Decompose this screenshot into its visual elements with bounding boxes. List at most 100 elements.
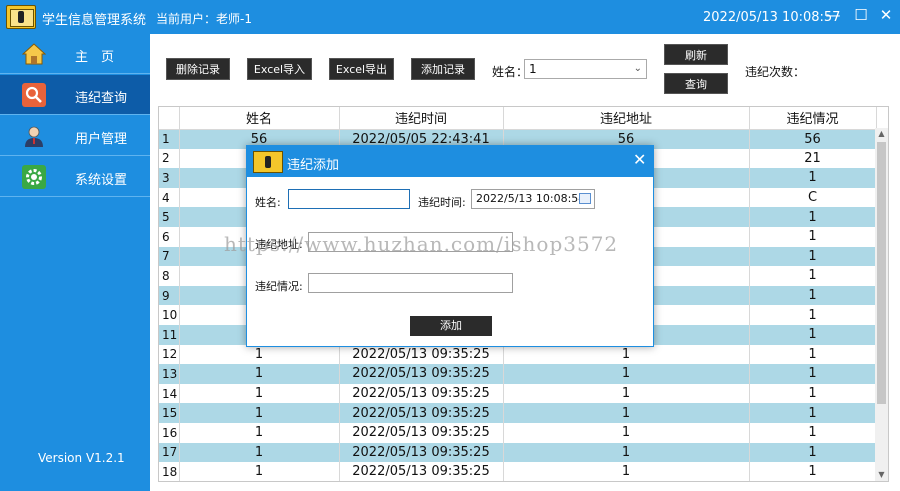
cell-status[interactable]: 1 [749, 324, 877, 345]
row-number[interactable]: 5 [159, 207, 180, 227]
row-number[interactable]: 1 [159, 129, 180, 149]
cell-address[interactable]: 1 [503, 422, 750, 443]
name-filter-label: 姓名： [492, 65, 529, 79]
minimize-button[interactable]: — [822, 4, 844, 26]
query-button[interactable]: 查询 [664, 73, 728, 94]
cell-status[interactable]: 21 [749, 148, 877, 169]
cell-address[interactable]: 1 [503, 364, 750, 384]
close-window-button[interactable]: ✕ [875, 4, 897, 26]
refresh-button[interactable]: 刷新 [664, 44, 728, 65]
cell-time[interactable]: 2022/05/13 09:35:25 [339, 442, 504, 463]
row-number[interactable]: 18 [159, 462, 180, 481]
row-number[interactable]: 11 [159, 324, 180, 345]
name-filter-select[interactable]: 1 ⌄ [524, 59, 647, 79]
row-number[interactable]: 12 [159, 344, 180, 365]
cell-status[interactable]: 1 [749, 422, 877, 443]
cell-address[interactable]: 1 [503, 383, 750, 404]
cell-address[interactable]: 1 [503, 344, 750, 365]
cell-status[interactable]: 1 [749, 168, 877, 188]
table-row[interactable]: 16 1 2022/05/13 09:35:25 1 1 [159, 422, 877, 443]
scroll-up-icon[interactable]: ▲ [875, 128, 888, 140]
row-number[interactable]: 7 [159, 246, 180, 267]
cell-address[interactable]: 1 [503, 442, 750, 463]
add-submit-button[interactable]: 添加 [410, 316, 492, 336]
table-scrollbar[interactable]: ▲ ▼ [875, 128, 888, 481]
cell-name[interactable]: 1 [179, 462, 340, 481]
cell-time[interactable]: 2022/05/13 09:35:25 [339, 364, 504, 384]
table-row[interactable]: 12 1 2022/05/13 09:35:25 1 1 [159, 344, 877, 365]
column-header-status[interactable]: 违纪情况 [749, 107, 877, 130]
sidebar-item-system-settings[interactable]: 系统设置 [0, 157, 150, 197]
scroll-down-icon[interactable]: ▼ [875, 469, 888, 481]
cell-status[interactable]: C [749, 187, 877, 208]
table-row[interactable]: 14 1 2022/05/13 09:35:25 1 1 [159, 383, 877, 404]
column-header-time[interactable]: 违纪时间 [339, 107, 504, 130]
cell-time[interactable]: 2022/05/13 09:35:25 [339, 462, 504, 481]
cell-name[interactable]: 1 [179, 422, 340, 443]
row-number[interactable]: 8 [159, 266, 180, 286]
cell-time[interactable]: 2022/05/13 09:35:25 [339, 344, 504, 365]
row-number[interactable]: 9 [159, 285, 180, 306]
cell-address[interactable]: 1 [503, 403, 750, 423]
cell-time[interactable]: 2022/05/13 09:35:25 [339, 403, 504, 423]
row-number[interactable]: 4 [159, 187, 180, 208]
row-number[interactable]: 17 [159, 442, 180, 463]
excel-import-button[interactable]: Excel导入 [247, 58, 312, 80]
table-corner[interactable] [159, 107, 180, 130]
cell-status[interactable]: 1 [749, 285, 877, 306]
name-field[interactable] [288, 189, 410, 209]
cell-name[interactable]: 1 [179, 403, 340, 423]
dialog-close-button[interactable]: ✕ [633, 150, 646, 169]
status-field-label: 违纪情况: [255, 280, 303, 293]
table-row[interactable]: 18 1 2022/05/13 09:35:25 1 1 [159, 462, 877, 481]
cell-status[interactable]: 1 [749, 305, 877, 325]
row-number[interactable]: 15 [159, 403, 180, 423]
row-number[interactable]: 3 [159, 168, 180, 188]
cell-name[interactable]: 1 [179, 344, 340, 365]
row-number[interactable]: 14 [159, 383, 180, 404]
scroll-thumb[interactable] [877, 142, 886, 404]
sidebar-item-label: 主 页 [75, 50, 115, 65]
row-number[interactable]: 2 [159, 148, 180, 169]
add-record-button[interactable]: 添加记录 [411, 58, 475, 80]
row-number[interactable]: 16 [159, 422, 180, 443]
cell-time[interactable]: 2022/05/13 09:35:25 [339, 383, 504, 404]
row-number[interactable]: 13 [159, 364, 180, 384]
cell-time[interactable]: 2022/05/13 09:35:25 [339, 422, 504, 443]
cell-name[interactable]: 1 [179, 442, 340, 463]
cell-status[interactable]: 1 [749, 266, 877, 286]
maximize-button[interactable]: ☐ [850, 4, 872, 26]
row-number[interactable]: 10 [159, 305, 180, 325]
table-row[interactable]: 15 1 2022/05/13 09:35:25 1 1 [159, 403, 877, 423]
cell-status[interactable]: 1 [749, 462, 877, 481]
cell-status[interactable]: 1 [749, 344, 877, 365]
delete-record-button[interactable]: 删除记录 [166, 58, 230, 80]
cell-status[interactable]: 1 [749, 246, 877, 267]
cell-name[interactable]: 1 [179, 383, 340, 404]
cell-status[interactable]: 1 [749, 442, 877, 463]
address-field[interactable] [308, 232, 513, 252]
violation-count-label: 违纪次数： [745, 65, 806, 79]
sidebar-item-label: 用户管理 [75, 132, 128, 147]
cell-address[interactable]: 1 [503, 462, 750, 481]
time-picker[interactable]: 2022/5/13 10:08:54 [471, 189, 595, 209]
calendar-icon[interactable] [579, 193, 591, 204]
sidebar-item-home[interactable]: 主 页 [0, 34, 150, 74]
cell-name[interactable]: 1 [179, 364, 340, 384]
excel-export-button[interactable]: Excel导出 [329, 58, 394, 80]
sidebar-item-user-management[interactable]: 用户管理 [0, 116, 150, 156]
cell-status[interactable]: 1 [749, 226, 877, 247]
table-row[interactable]: 13 1 2022/05/13 09:35:25 1 1 [159, 364, 877, 384]
column-header-address[interactable]: 违纪地址 [503, 107, 750, 130]
table-row[interactable]: 17 1 2022/05/13 09:35:25 1 1 [159, 442, 877, 463]
cell-status[interactable]: 1 [749, 207, 877, 227]
address-field-label: 违纪地址: [255, 238, 303, 251]
cell-status[interactable]: 56 [749, 129, 877, 149]
cell-status[interactable]: 1 [749, 364, 877, 384]
sidebar-item-violation-query[interactable]: 违纪查询 [0, 75, 150, 115]
column-header-name[interactable]: 姓名 [179, 107, 340, 130]
status-field[interactable] [308, 273, 513, 293]
cell-status[interactable]: 1 [749, 383, 877, 404]
row-number[interactable]: 6 [159, 226, 180, 247]
cell-status[interactable]: 1 [749, 403, 877, 423]
